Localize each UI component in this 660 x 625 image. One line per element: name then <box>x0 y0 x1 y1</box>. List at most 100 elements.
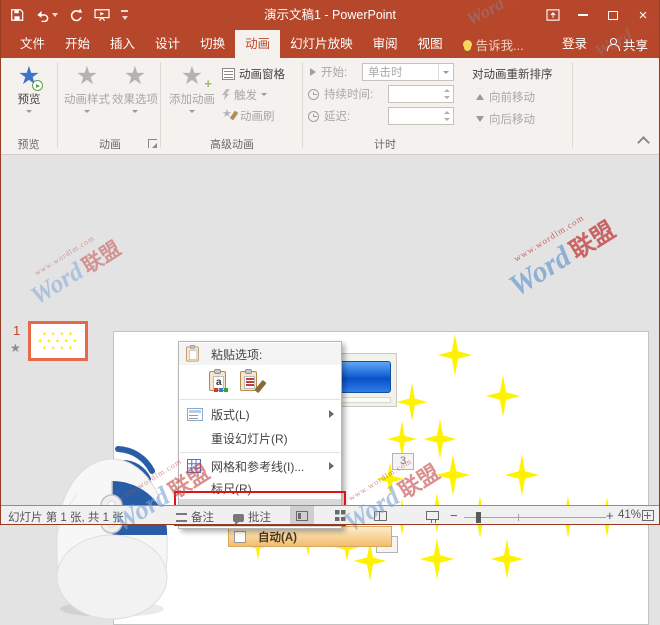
play-badge-icon <box>32 80 43 91</box>
trigger-button[interactable]: 触发 <box>222 85 267 104</box>
animation-styles-button[interactable]: ★ 动画样式 <box>63 62 111 132</box>
paste-options-header: 粘贴选项: <box>179 343 341 365</box>
clipboard-icon <box>186 345 203 363</box>
submenu-arrow-icon <box>329 462 334 470</box>
zoom-slider-thumb[interactable] <box>476 512 481 523</box>
reading-view-button[interactable] <box>368 506 392 525</box>
tab-insert[interactable]: 插入 <box>100 30 145 58</box>
start-label: 开始: <box>321 64 347 80</box>
menu-item-label: 网格和参考线(I)... <box>211 458 304 475</box>
tab-transitions[interactable]: 切换 <box>190 30 235 58</box>
share-button[interactable]: 共享 <box>599 30 660 58</box>
preview-button[interactable]: ★ 预览 <box>5 62 53 132</box>
animation-styles-caret <box>84 110 90 113</box>
menu-item-label: 重设幻灯片(R) <box>211 430 288 447</box>
group-label-advanced: 高级动画 <box>162 136 302 152</box>
move-later-label: 向后移动 <box>489 111 535 127</box>
group-label-animation: 动画 <box>60 136 160 152</box>
maximize-icon <box>608 11 618 20</box>
ribbon: ★ 预览 预览 ★ 动画样式 ★ 效果选项 动画 ★ + 添加动画 动画窗格 触… <box>0 58 660 155</box>
animation-styles-icon: ★ <box>76 62 98 90</box>
tab-design[interactable]: 设计 <box>145 30 190 58</box>
animation-dialog-launcher[interactable] <box>148 139 157 148</box>
layout-icon <box>187 408 203 421</box>
notes-label: 备注 <box>191 509 214 525</box>
zoom-percentage[interactable]: 41% <box>618 509 641 521</box>
tell-me-box[interactable]: 告诉我... <box>453 30 534 58</box>
start-value: 单击时 <box>368 64 403 80</box>
slide-sorter-view-button[interactable] <box>328 506 352 525</box>
start-combo-caret[interactable] <box>438 64 453 80</box>
tab-review[interactable]: 审阅 <box>363 30 408 58</box>
ribbon-display-options-button[interactable] <box>538 0 568 30</box>
start-combobox[interactable]: 单击时 <box>362 63 454 81</box>
ribbon-display-options-icon <box>546 9 560 21</box>
grid-icon <box>187 459 201 473</box>
normal-view-button[interactable] <box>290 506 314 525</box>
menu-item-reset-slide[interactable]: 重设幻灯片(R) <box>179 426 341 450</box>
trigger-label: 触发 <box>234 87 257 103</box>
tab-view[interactable]: 视图 <box>408 30 453 58</box>
delay-spinner[interactable] <box>388 107 454 125</box>
zoom-slider-track[interactable] <box>464 517 606 518</box>
person-icon <box>607 38 618 50</box>
close-button[interactable]: × <box>628 0 658 30</box>
comment-icon <box>233 514 244 522</box>
maximize-button[interactable] <box>598 0 628 30</box>
workspace: 1 ★ ✦ ✦ ✦ ✦ ✦ ✦ ✦ ✦ ✦ ✦ ✦ ✦ ✦ 3 1 自动(A) <box>0 155 660 505</box>
notes-button[interactable]: 备注 <box>176 509 214 525</box>
paste-keep-text-button[interactable]: a <box>209 369 231 393</box>
duration-spinner[interactable] <box>388 85 454 103</box>
zoom-slider-midpoint-tick <box>518 514 519 521</box>
tab-spacer <box>534 30 550 58</box>
lightbulb-icon <box>463 40 472 49</box>
effect-options-button[interactable]: ★ 效果选项 <box>111 62 159 132</box>
paste-options-row: a <box>179 365 341 397</box>
add-animation-label: 添加动画 <box>169 91 215 107</box>
minimize-button[interactable] <box>568 0 598 30</box>
normal-view-icon <box>296 511 308 521</box>
duration-row: 持续时间: <box>308 86 373 102</box>
zoom-out-button[interactable]: − <box>450 508 458 523</box>
tab-file[interactable]: 文件 <box>10 30 55 58</box>
animation-pane-icon <box>222 68 235 80</box>
tell-me-label: 告诉我... <box>476 35 524 54</box>
menu-item-layout[interactable]: 版式(L) <box>179 402 341 426</box>
animation-painter-button[interactable]: 动画刷 <box>222 106 275 125</box>
tab-animations[interactable]: 动画 <box>235 30 280 58</box>
slideshow-view-button[interactable] <box>420 506 444 525</box>
notes-icon <box>176 513 187 522</box>
animation-painter-icon <box>222 109 236 122</box>
lightning-bolt-icon <box>222 89 230 101</box>
move-earlier-button[interactable]: 向前移动 <box>476 89 535 105</box>
sign-in-button[interactable]: 登录 <box>550 30 599 58</box>
comments-label: 批注 <box>248 509 271 525</box>
paste-picture-button[interactable] <box>240 369 262 393</box>
slide-thumbnail[interactable]: ✦ ✦ ✦ ✦ ✦ ✦ ✦ ✦ ✦ ✦ ✦ ✦ ✦ <box>28 321 88 361</box>
fit-to-window-icon[interactable] <box>642 510 654 521</box>
automatic-color-menu-item[interactable]: 自动(A) <box>228 526 392 547</box>
delay-clock-icon <box>308 111 319 122</box>
move-later-icon <box>476 116 484 122</box>
comments-button[interactable]: 批注 <box>233 509 271 525</box>
paste-options-label: 粘贴选项: <box>211 346 262 363</box>
zoom-in-button[interactable]: + <box>606 508 614 523</box>
move-later-button[interactable]: 向后移动 <box>476 111 535 127</box>
duration-label: 持续时间: <box>324 86 373 102</box>
add-animation-button[interactable]: ★ + 添加动画 <box>166 62 218 132</box>
menu-separator <box>180 399 340 400</box>
menu-item-grid-guides[interactable]: 网格和参考线(I)... <box>179 455 341 477</box>
tab-slideshow[interactable]: 幻灯片放映 <box>280 30 363 58</box>
animation-pane-button[interactable]: 动画窗格 <box>222 64 285 83</box>
ribbon-tabs: 文件开始插入设计切换动画幻灯片放映审阅视图 <box>10 30 453 58</box>
animation-painter-label: 动画刷 <box>240 108 275 124</box>
thumbnail-sparkles: ✦ ✦ ✦ ✦ ✦ ✦ ✦ ✦ ✦ ✦ ✦ ✦ ✦ <box>31 324 85 353</box>
effect-options-caret <box>132 110 138 113</box>
collapse-ribbon-chevron-icon[interactable] <box>637 136 650 149</box>
submenu-arrow-icon <box>329 410 334 418</box>
reorder-header: 对动画重新排序 <box>472 66 553 82</box>
minimize-icon <box>578 14 588 16</box>
auto-color-swatch <box>234 531 246 543</box>
tab-home[interactable]: 开始 <box>55 30 100 58</box>
animation-styles-label: 动画样式 <box>64 91 110 107</box>
